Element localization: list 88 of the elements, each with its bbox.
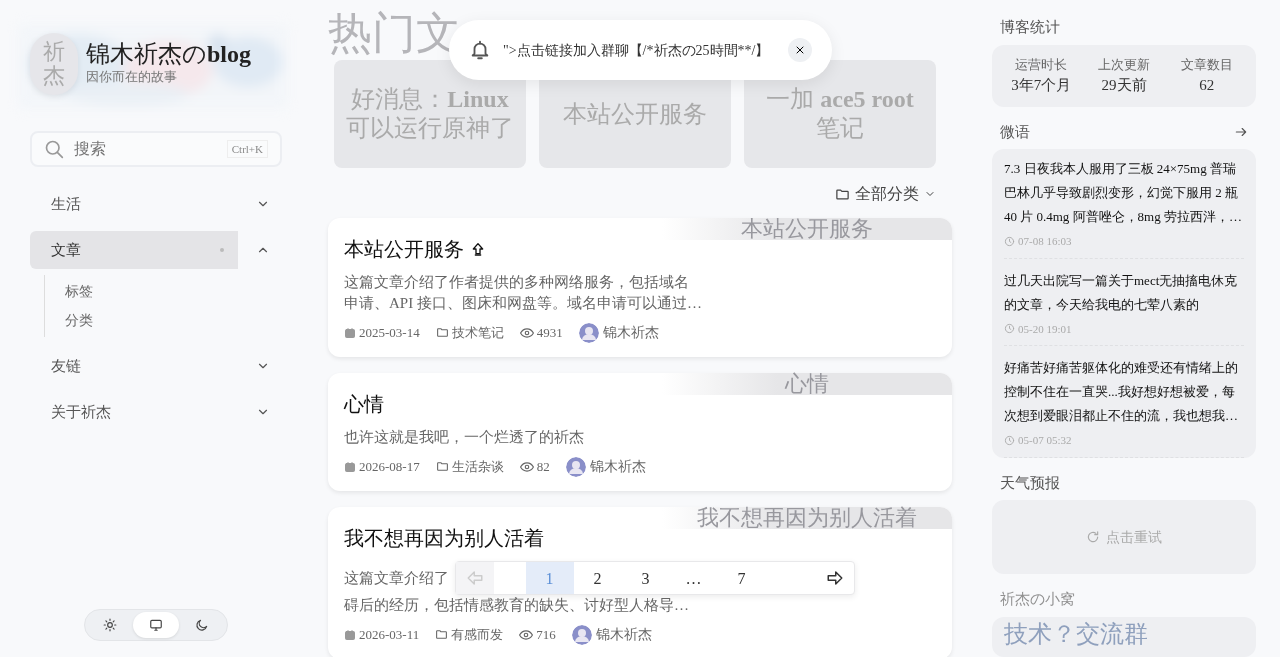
- folder-icon: [435, 326, 449, 339]
- calendar-icon: [344, 326, 356, 339]
- widget-heading: 博客统计: [1000, 18, 1060, 37]
- moment-time: 05-07 05:32: [1018, 433, 1072, 448]
- post-category[interactable]: 生活杂谈: [451, 456, 504, 477]
- folder-icon: [835, 186, 850, 202]
- calendar-icon: [344, 460, 356, 473]
- cover-title: 我不想再因为别人活着: [662, 507, 952, 529]
- site-title[interactable]: 锦木祈杰のblog: [86, 40, 251, 67]
- right-arrow-icon: [826, 569, 844, 587]
- post-summary: 这篇文章介绍了作者提供的多种网络服务，包括域名: [344, 273, 690, 292]
- post-summary: 也许这就是我吧，一个烂透了的祈杰: [344, 428, 585, 447]
- widget-heading: 天气预报: [1000, 473, 1060, 493]
- stat-label: 上次更新: [1097, 55, 1151, 74]
- post-title[interactable]: 我不想再因为别人活着: [344, 523, 544, 553]
- post-card[interactable]: 本站公开服务 本站公开服务 这篇文章介绍了作者提供的多种网络服务，包括域名 申请、API 接口、图床和网盘等。域名申请可以通过… 2025-03-14 技术笔记 4931 锦木祈杰: [328, 218, 952, 357]
- moment-time: 05-20 19:01: [1018, 321, 1072, 337]
- close-button[interactable]: [788, 38, 812, 62]
- widget-heading: 祈杰の小窝: [1000, 590, 1075, 609]
- moment-text[interactable]: 7.3 日夜我本人服用了三板 24×75mg 普瑞巴林几乎导致剧烈变形，幻觉下服用 2 瓶 40 片 0.4mg 阿普唑仑，8mg 劳拉西泮，…: [1004, 157, 1244, 229]
- author-avatar: [571, 624, 592, 645]
- search-icon: [44, 139, 64, 159]
- cover-title: 本站公开服务: [662, 218, 952, 240]
- nav-item[interactable]: 文章: [30, 231, 238, 269]
- post-title[interactable]: 心情: [344, 389, 384, 419]
- bell-icon: [469, 39, 491, 61]
- close-icon: [794, 44, 806, 56]
- left-arrow-icon: [466, 569, 484, 587]
- folder-icon: [435, 628, 449, 641]
- author-avatar: [565, 456, 586, 477]
- nav-item[interactable]: 友链: [30, 347, 238, 385]
- search-box[interactable]: 搜索 Ctrl+K: [30, 131, 282, 167]
- cover-title: 心情: [662, 373, 952, 395]
- eye-icon: [519, 325, 534, 340]
- moment-text[interactable]: 好痛苦好痛苦躯体化的难受还有情绪上的控制不住在一直哭...我好想好想被爱，每次想到爱眼泪都止不住的流，我也想我…: [1004, 356, 1244, 428]
- clock-icon: [1004, 323, 1015, 335]
- stat-value: 3年7个月: [1010, 76, 1073, 95]
- page-button[interactable]: …: [669, 562, 718, 594]
- stat-value: 29天前: [1100, 76, 1148, 95]
- view-count: 716: [536, 625, 556, 644]
- post-date: 2026-03-11: [359, 625, 420, 644]
- refresh-icon: [1086, 530, 1100, 544]
- sun-icon: [103, 618, 117, 632]
- post-card[interactable]: 心情 心情 也许这就是我吧，一个烂透了的祈杰 2026-08-17 生活杂谈 82 锦木祈杰: [328, 373, 952, 491]
- notification-text[interactable]: ">点击链接加入群聊【/*祈杰の25時間**/】: [503, 39, 776, 61]
- category-filter[interactable]: 全部分类: [835, 182, 936, 206]
- site-subtitle: 因你而在的故事: [86, 67, 178, 86]
- author-name[interactable]: 锦木祈杰: [595, 624, 652, 645]
- eye-icon: [519, 627, 534, 642]
- widget-heading: 微语: [1000, 122, 1030, 142]
- monitor-icon: [149, 618, 163, 632]
- post-summary: 申请、API 接口、图床和网盘等。域名申请可以通过…: [344, 294, 703, 313]
- moon-icon: [195, 618, 209, 632]
- view-count: 82: [536, 457, 550, 476]
- post-date: 2025-03-14: [359, 323, 420, 342]
- post-category[interactable]: 有感而发: [451, 624, 504, 645]
- clock-icon: [1004, 235, 1015, 247]
- clock-icon: [1004, 434, 1015, 446]
- page-button[interactable]: 3: [621, 562, 670, 594]
- author-name[interactable]: 锦木祈杰: [589, 456, 646, 477]
- author-name[interactable]: 锦木祈杰: [602, 322, 659, 343]
- stat-value: 62: [1198, 76, 1216, 95]
- folder-icon: [435, 460, 449, 473]
- page-button[interactable]: 2: [573, 562, 622, 594]
- post-title[interactable]: 本站公开服务: [344, 234, 464, 264]
- stat-label: 文章数目: [1179, 55, 1234, 74]
- calendar-icon: [344, 628, 356, 641]
- post-summary: 碍后的经历，包括情感教育的缺失、讨好型人格导…: [344, 596, 690, 615]
- post-summary: 这篇文章介绍了: [344, 568, 449, 588]
- post-card[interactable]: 我不想再因为别人活着 我不想再因为别人活着 这篇文章介绍了 1 2 3 … 7 碍后的经历，包括情感教育的缺失、讨好型人格导… 2026-03-11 有感而发 716 锦木祈杰: [328, 507, 952, 657]
- page-button[interactable]: 7: [717, 562, 766, 594]
- eye-icon: [519, 459, 534, 474]
- active-dot: [220, 248, 224, 252]
- nav-item[interactable]: 关于祈杰: [30, 393, 238, 431]
- author-avatar: [578, 322, 599, 343]
- monitor-theme-button[interactable]: [133, 612, 179, 638]
- view-count: 4931: [536, 323, 563, 342]
- moment-text[interactable]: 过几天出院写一篇关于mect无抽搐电休克的文章，今天给我电的七荤八素的: [1004, 268, 1244, 317]
- post-category[interactable]: 技术笔记: [451, 322, 504, 343]
- nav-subitem[interactable]: 分类: [65, 306, 282, 335]
- moment-time: 07-08 16:03: [1018, 234, 1072, 249]
- avatar: 祈杰: [30, 32, 78, 95]
- shortcut-hint: Ctrl+K: [226, 139, 268, 159]
- nav-subitem[interactable]: 标签: [65, 277, 282, 306]
- nav-item[interactable]: 生活: [30, 185, 238, 223]
- search-field[interactable]: 搜索: [72, 136, 219, 162]
- stat-label: 运营时长: [1014, 55, 1069, 74]
- post-date: 2026-08-17: [359, 457, 420, 476]
